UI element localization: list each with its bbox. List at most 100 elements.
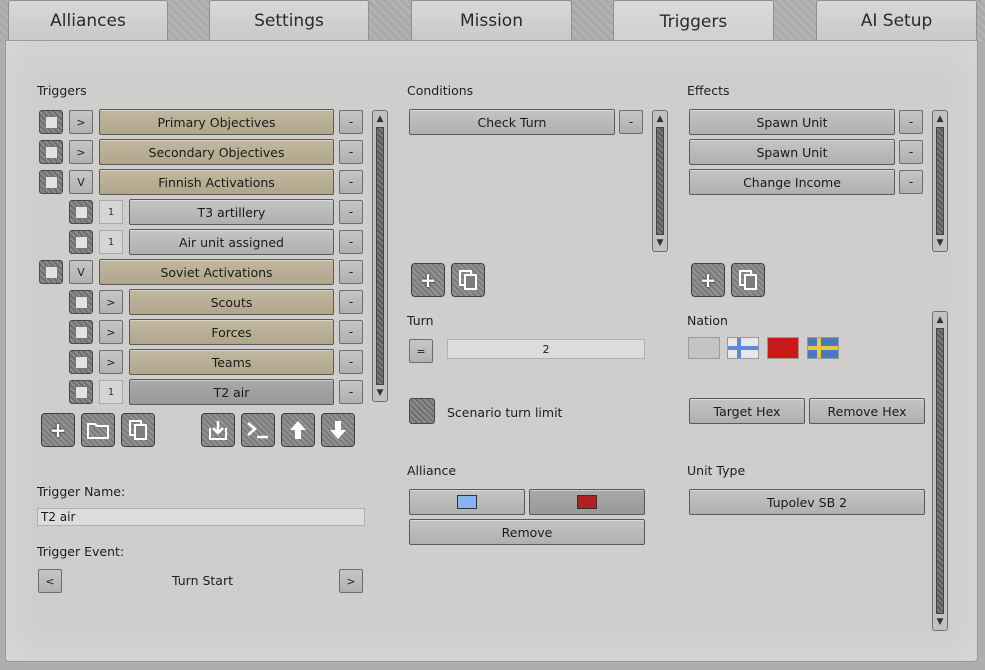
copy-condition-button[interactable] [451,263,485,297]
remove-trigger-button[interactable]: - [339,170,363,194]
scrollbar-track[interactable] [936,328,944,614]
scroll-up-icon[interactable]: ▲ [933,112,947,126]
remove-trigger-button[interactable]: - [339,200,363,224]
remove-trigger-button[interactable]: - [339,350,363,374]
effect-item-spawn-unit[interactable]: Spawn Unit [689,109,895,135]
trigger-item-scouts[interactable]: Scouts [129,289,334,315]
event-next-button[interactable]: > [339,569,363,593]
add-condition-button[interactable]: + [411,263,445,297]
remove-trigger-button[interactable]: - [339,380,363,404]
copy-effect-button[interactable] [731,263,765,297]
trigger-item-t3-artillery[interactable]: T3 artillery [129,199,334,225]
nation-flag-sweden[interactable] [807,337,839,359]
remove-trigger-button[interactable]: - [339,290,363,314]
trigger-item-teams[interactable]: Teams [129,349,334,375]
tab-label: Alliances [50,10,126,31]
collapse-toggle[interactable]: V [69,260,93,284]
expand-toggle[interactable]: > [69,110,93,134]
tab-triggers[interactable]: Triggers [613,0,774,42]
turn-operator-button[interactable]: = [409,339,433,363]
effects-detail-scrollbar[interactable]: ▲ ▼ [932,311,948,631]
add-trigger-button[interactable]: + [41,413,75,447]
unit-type-selector[interactable]: Tupolev SB 2 [689,489,925,515]
alliance-label: Alliance [407,463,457,478]
scroll-up-icon[interactable]: ▲ [653,112,667,126]
expand-toggle[interactable]: > [99,350,123,374]
import-trigger-button[interactable] [201,413,235,447]
trigger-item-secondary-objectives[interactable]: Secondary Objectives [99,139,334,165]
remove-alliance-button[interactable]: Remove [409,519,645,545]
collapse-toggle[interactable]: V [69,170,93,194]
scroll-down-icon[interactable]: ▼ [373,386,387,400]
turn-value-input[interactable]: 2 [447,339,645,359]
condition-item-check-turn[interactable]: Check Turn [409,109,615,135]
remove-trigger-button[interactable]: - [339,260,363,284]
add-effect-button[interactable]: + [691,263,725,297]
tab-mission[interactable]: Mission [411,0,572,40]
effects-scrollbar[interactable]: ▲ ▼ [932,110,948,252]
tab-alliances[interactable]: Alliances [8,0,168,40]
remove-trigger-button[interactable]: - [339,140,363,164]
console-button[interactable] [241,413,275,447]
conditions-scrollbar[interactable]: ▲ ▼ [652,110,668,252]
trigger-item-finnish-activations[interactable]: Finnish Activations [99,169,334,195]
scroll-up-icon[interactable]: ▲ [373,112,387,126]
trigger-item-air-unit-assigned[interactable]: Air unit assigned [129,229,334,255]
trigger-name-input[interactable]: T2 air [37,508,365,526]
tab-ai-setup[interactable]: AI Setup [816,0,977,40]
target-hex-button[interactable]: Target Hex [689,398,805,424]
copy-trigger-button[interactable] [121,413,155,447]
remove-trigger-button[interactable]: - [339,320,363,344]
nation-flag-finland[interactable] [727,337,759,359]
remove-hex-button[interactable]: Remove Hex [809,398,925,424]
tab-label: AI Setup [860,10,933,31]
add-folder-button[interactable] [81,413,115,447]
remove-condition-button[interactable]: - [619,110,643,134]
scenario-turn-limit-checkbox[interactable] [409,398,435,424]
trigger-item-primary-objectives[interactable]: Primary Objectives [99,109,334,135]
trigger-checkbox[interactable] [39,140,63,164]
effect-item-spawn-unit[interactable]: Spawn Unit [689,139,895,165]
trigger-checkbox[interactable] [69,320,93,344]
trigger-count: 1 [99,200,123,224]
triggers-scrollbar[interactable]: ▲ ▼ [372,110,388,402]
remove-trigger-button[interactable]: - [339,230,363,254]
scroll-down-icon[interactable]: ▼ [653,236,667,250]
move-down-button[interactable] [321,413,355,447]
alliance-blue-button[interactable] [409,489,525,515]
turn-label: Turn [407,313,434,328]
expand-toggle[interactable]: > [99,290,123,314]
nation-flag-neutral[interactable] [688,337,720,359]
event-prev-button[interactable]: < [38,569,62,593]
import-icon [209,421,227,440]
remove-effect-button[interactable]: - [899,170,923,194]
trigger-item-forces[interactable]: Forces [129,319,334,345]
trigger-checkbox[interactable] [39,110,63,134]
tab-settings[interactable]: Settings [209,0,369,40]
effect-item-change-income[interactable]: Change Income [689,169,895,195]
alliance-red-button[interactable] [529,489,645,515]
trigger-item-soviet-activations[interactable]: Soviet Activations [99,259,334,285]
remove-effect-button[interactable]: - [899,140,923,164]
trigger-checkbox[interactable] [39,260,63,284]
scroll-up-icon[interactable]: ▲ [933,313,947,327]
nation-flag-soviet[interactable] [767,337,799,359]
trigger-checkbox[interactable] [69,290,93,314]
copy-icon [739,270,757,290]
trigger-checkbox[interactable] [69,230,93,254]
trigger-checkbox[interactable] [69,350,93,374]
scrollbar-track[interactable] [376,127,384,385]
scroll-down-icon[interactable]: ▼ [933,615,947,629]
trigger-checkbox[interactable] [69,200,93,224]
remove-effect-button[interactable]: - [899,110,923,134]
scroll-down-icon[interactable]: ▼ [933,236,947,250]
remove-trigger-button[interactable]: - [339,110,363,134]
scrollbar-track[interactable] [936,127,944,235]
expand-toggle[interactable]: > [69,140,93,164]
scrollbar-track[interactable] [656,127,664,235]
trigger-checkbox[interactable] [69,380,93,404]
expand-toggle[interactable]: > [99,320,123,344]
trigger-checkbox[interactable] [39,170,63,194]
trigger-item-t2-air-selected[interactable]: T2 air [129,379,334,405]
move-up-button[interactable] [281,413,315,447]
